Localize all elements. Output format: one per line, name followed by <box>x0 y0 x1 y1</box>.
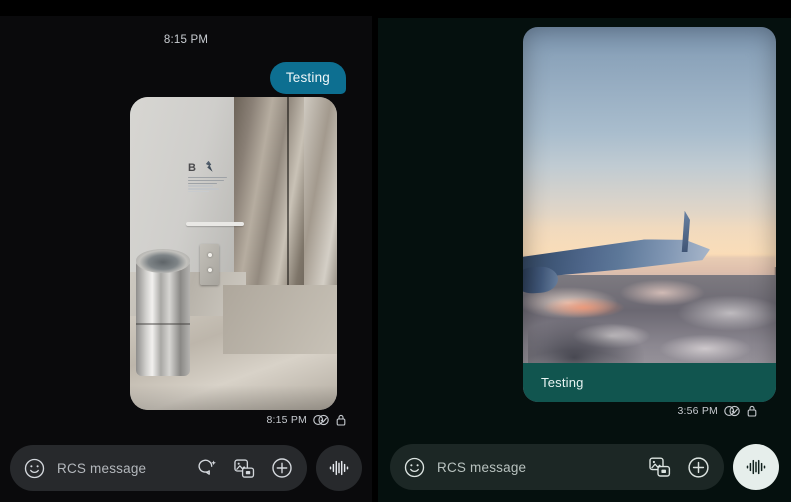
left-message-status: 8:15 PM <box>266 414 346 426</box>
right-message-input-pill[interactable]: RCS message <box>390 444 724 490</box>
right-photo-attachment[interactable]: Testing <box>523 27 776 402</box>
emoji-smiley-icon[interactable] <box>24 458 45 479</box>
left-composer-bar[interactable]: RCS message <box>0 440 372 502</box>
right-message-list[interactable]: Testing 3:56 PM <box>378 0 791 502</box>
dual-messaging-screenshot: 8:15 PM Testing B 8:15 PM RCS message Te… <box>0 0 791 502</box>
gallery-camera-icon[interactable] <box>233 458 256 479</box>
elevator-photo-illustration: B <box>130 97 337 410</box>
left-status-time: 8:15 PM <box>266 414 307 426</box>
gallery-camera-icon[interactable] <box>648 456 672 478</box>
trash-bin-object <box>136 249 191 376</box>
left-outgoing-text-bubble[interactable]: Testing <box>269 62 346 94</box>
right-composer-bar[interactable]: RCS message <box>378 440 791 502</box>
plus-circle-icon[interactable] <box>271 457 293 479</box>
airplane-window-photo-illustration <box>523 27 776 402</box>
right-top-black-bar <box>378 0 791 18</box>
left-top-black-bar <box>0 0 372 16</box>
left-message-input-pill[interactable]: RCS message <box>10 445 307 491</box>
left-message-placeholder[interactable]: RCS message <box>57 461 185 476</box>
right-composer-actions[interactable] <box>648 456 710 479</box>
left-conversation-panel: 8:15 PM Testing B 8:15 PM RCS message <box>0 0 372 502</box>
sparkle-chat-bubble-icon[interactable] <box>197 458 218 479</box>
right-voice-message-button[interactable] <box>733 444 779 490</box>
lock-icon <box>747 405 757 417</box>
plus-circle-icon[interactable] <box>687 456 710 479</box>
left-voice-message-button[interactable] <box>316 445 362 491</box>
left-day-timestamp: 8:15 PM <box>163 34 209 46</box>
double-check-circle-icon <box>724 405 741 417</box>
right-status-time: 3:56 PM <box>677 405 718 417</box>
left-composer-actions[interactable] <box>197 457 293 479</box>
left-photo-attachment[interactable]: B <box>130 97 337 410</box>
left-message-list[interactable]: 8:15 PM Testing B 8:15 PM <box>0 0 372 502</box>
lock-icon <box>336 414 346 426</box>
right-message-placeholder[interactable]: RCS message <box>437 460 636 475</box>
audio-waveform-icon <box>328 458 350 478</box>
elevator-call-button-panel <box>200 244 219 285</box>
wall-sign: B <box>187 160 229 204</box>
audio-waveform-icon <box>745 457 767 477</box>
emoji-smiley-icon[interactable] <box>404 457 425 478</box>
right-conversation-panel: Testing 3:56 PM RCS message <box>378 0 791 502</box>
double-check-circle-icon <box>313 414 330 426</box>
right-message-status: 3:56 PM <box>677 405 757 417</box>
right-caption-bubble[interactable]: Testing <box>523 363 776 402</box>
